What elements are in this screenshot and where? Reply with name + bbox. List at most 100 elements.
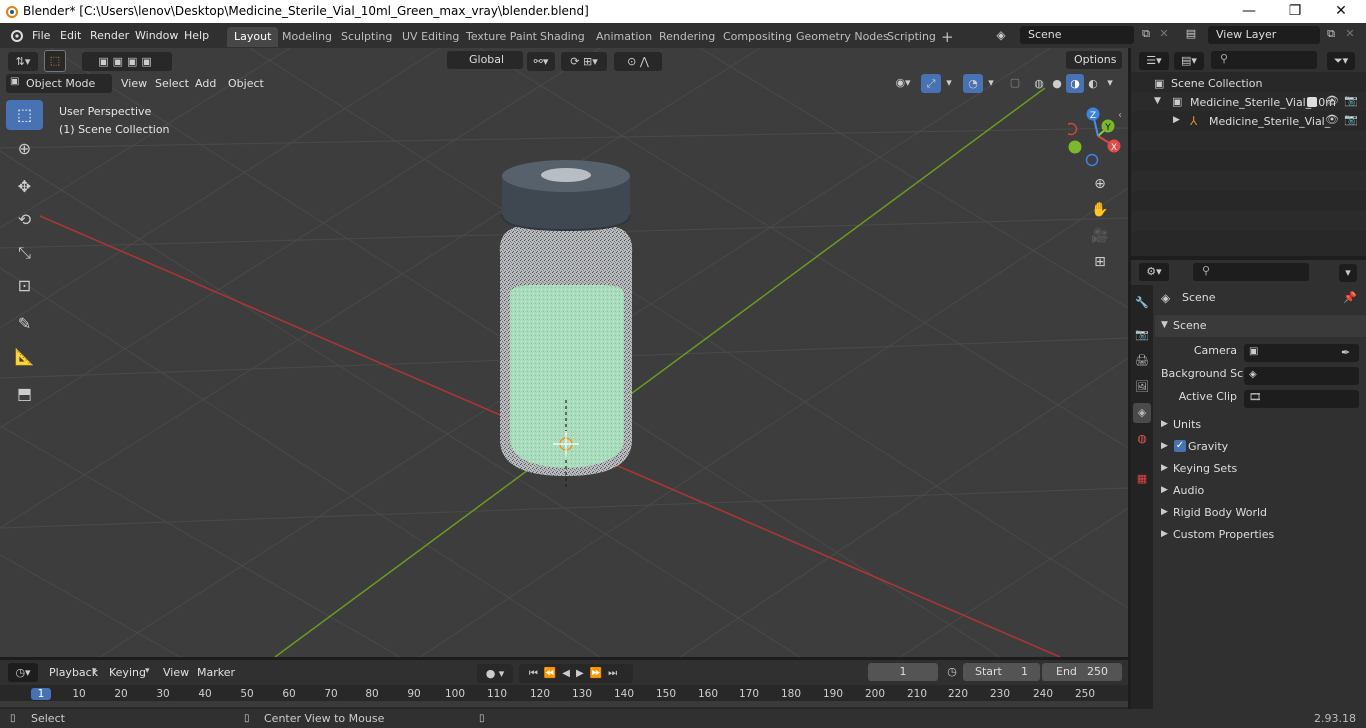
display-mode-icon[interactable]: ▤▾ [1174,52,1204,70]
scene-icon[interactable]: ◈ [993,28,1009,42]
gizmo-dropdown-icon[interactable]: ▾ [943,76,955,89]
auto-key-icon[interactable]: ● ▾ [477,664,513,683]
output-tab-icon[interactable]: 🖨 [1133,351,1151,371]
expand-arrow-icon[interactable]: ▼ [1154,96,1161,106]
editor-type-icon[interactable]: ⇅▾ [8,52,38,71]
snap-icon[interactable]: ⟳ ⊞▾ [561,52,607,71]
tab-layout[interactable]: Layout [227,27,279,47]
proportional-edit-icon[interactable]: ⊙ ⋀ [614,52,662,71]
overlays-dropdown-icon[interactable]: ▾ [985,76,997,89]
rotate-tool-icon[interactable]: ⟲ [6,205,43,235]
select-tool-icon[interactable]: ⬚ [44,50,66,72]
filter-icon[interactable]: ⏷▾ [1327,52,1355,70]
tool-tab-icon[interactable]: 🔧 [1133,293,1151,313]
new-scene-icon[interactable]: ⧉ [1138,27,1154,41]
scale-tool-icon[interactable]: ⤡ [6,238,43,268]
scene-selector[interactable]: Scene [1020,26,1134,44]
rigid-body-world-section[interactable]: Rigid Body World [1155,502,1366,524]
ortho-grid-icon[interactable]: ⊞ [1088,250,1112,274]
tab-modeling[interactable]: Modeling [275,27,339,47]
select-box-tool-icon[interactable]: ⬚ [6,100,43,130]
blender-menu-icon[interactable] [8,28,24,42]
section-expand-icon[interactable]: ▶ [1161,441,1168,451]
collection-checkbox[interactable] [1307,97,1317,107]
object-render-icon[interactable]: 📷 [1344,113,1358,126]
units-section[interactable]: Units [1155,414,1366,436]
section-expand-icon[interactable]: ▶ [1161,419,1168,429]
zoom-icon[interactable]: ⊕ [1088,172,1112,196]
object-mode-dropdown[interactable]: Object Mode [6,74,112,93]
close-button[interactable]: ✕ [1318,0,1364,23]
annotate-tool-icon[interactable]: ✎ [6,309,43,339]
eyedropper-icon[interactable]: ✒ [1341,346,1350,359]
background-scene-field[interactable] [1244,367,1359,385]
tab-compositing[interactable]: Compositing [716,27,799,47]
viewport-menu-object[interactable]: Object [222,74,270,93]
playback-controls-icon[interactable]: ⏮⏪◀▶⏩⏭ [519,664,633,683]
tab-rendering[interactable]: Rendering [652,27,722,47]
collection-visibility-icon[interactable]: 👁 [1325,94,1339,107]
pan-hand-icon[interactable]: ✋ [1088,198,1112,222]
start-frame-field[interactable]: Start 1 [963,663,1040,681]
custom-properties-section[interactable]: Custom Properties [1155,524,1366,546]
menu-help[interactable]: Help [184,27,209,44]
view-layer-icon[interactable]: ▤ [1180,27,1202,40]
solid-shading-icon[interactable]: ● [1048,74,1066,93]
viewport-menu-add[interactable]: Add [189,74,222,93]
add-workspace-icon[interactable]: + [934,27,961,47]
preview-range-icon[interactable]: ◷ [944,665,960,678]
timeline-scrollbar[interactable] [0,701,1128,707]
gravity-section[interactable]: Gravity [1155,436,1366,458]
3d-viewport[interactable]: ⇅▾ ⬚ ▣▣▣▣ ⟀ Global ⚯▾ ⟳ ⊞▾ ⊙ ⋀ Options O… [0,48,1128,657]
delete-scene-icon[interactable]: ✕ [1157,27,1171,40]
menu-render[interactable]: Render [90,27,129,44]
end-frame-field[interactable]: End 250 [1042,663,1122,681]
transform-tool-icon[interactable]: ⊡ [6,271,43,301]
pivot-point-icon[interactable]: ⚯▾ [527,52,555,71]
selection-mode-icon[interactable]: ▣▣▣▣ [82,52,172,71]
material-preview-icon[interactable]: ◑ [1066,74,1084,93]
pin-icon[interactable]: 📌 [1343,291,1357,304]
view-layer-tab-icon[interactable]: 🖼 [1133,377,1151,397]
panel-collapse-icon[interactable]: ▼ [1161,320,1168,330]
axis-gizmo[interactable]: X Y Z [1068,106,1128,168]
tab-animation[interactable]: Animation [589,27,659,47]
minimize-button[interactable]: — [1226,0,1272,23]
view-layer-selector[interactable]: View Layer [1208,26,1320,44]
options-dropdown[interactable]: Options [1066,51,1122,69]
timeline-ruler[interactable]: 1 10 20 30 40 50 60 70 80 90 100 110 120 130 140 150 160… [0,685,1128,709]
menu-file[interactable]: File [32,27,50,44]
section-expand-icon[interactable]: ▶ [1161,507,1168,517]
measure-tool-icon[interactable]: 📐 [6,342,43,372]
visibility-icon[interactable]: ◉▾ [890,76,916,89]
new-view-layer-icon[interactable]: ⧉ [1323,27,1339,41]
timeline-menu-marker[interactable]: Marker [191,663,241,682]
properties-options-icon[interactable]: ▾ [1339,264,1357,282]
collection-render-icon[interactable]: 📷 [1344,94,1358,107]
render-tab-icon[interactable]: 📷 [1133,325,1151,345]
timeline-editor-type-icon[interactable]: ◷▾ [8,663,38,682]
current-frame-field[interactable]: 1 [868,663,938,681]
maximize-button[interactable]: ❐ [1272,0,1318,23]
add-cube-tool-icon[interactable]: ⬒ [6,379,43,409]
world-tab-icon[interactable]: ◍ [1133,429,1151,449]
camera-view-icon[interactable]: 🎥 [1088,224,1112,248]
menu-window[interactable]: Window [135,27,178,44]
section-expand-icon[interactable]: ▶ [1161,463,1168,473]
tab-sculpting[interactable]: Sculpting [334,27,399,47]
tab-shading[interactable]: Shading [533,27,592,47]
gizmo-toggle-icon[interactable]: ⤢ [921,74,941,93]
viewport-menu-view[interactable]: View [115,74,153,93]
gravity-checkbox[interactable]: ✓ [1174,440,1186,452]
rendered-shading-icon[interactable]: ◐ [1084,74,1102,93]
scene-panel-header[interactable]: Scene [1155,315,1366,337]
properties-editor-type-icon[interactable]: ⚙▾ [1139,263,1169,281]
section-expand-icon[interactable]: ▶ [1161,529,1168,539]
scene-tab-icon[interactable]: ◈ [1133,403,1151,423]
tab-uv-editing[interactable]: UV Editing [395,27,466,47]
keying-sets-section[interactable]: Keying Sets [1155,458,1366,480]
tab-texture-paint[interactable]: Texture Paint [459,27,544,47]
delete-view-layer-icon[interactable]: ✕ [1343,27,1357,40]
move-tool-icon[interactable]: ✥ [6,172,43,202]
menu-edit[interactable]: Edit [60,27,81,44]
